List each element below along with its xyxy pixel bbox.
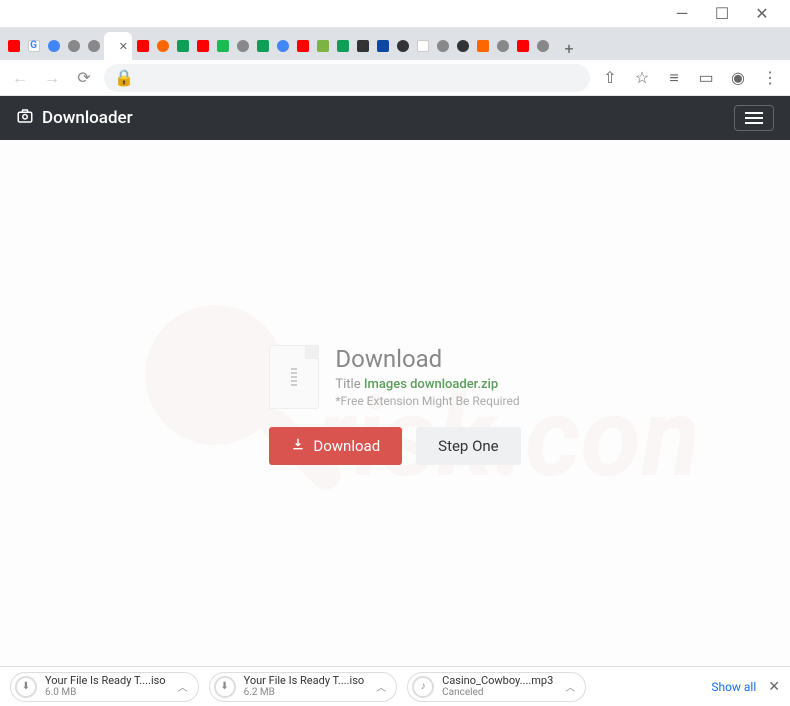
extension-note: *Free Extension Might Be Required — [335, 394, 519, 408]
browser-tab[interactable] — [173, 32, 192, 60]
download-item[interactable]: ⬇ Your File Is Ready T....iso 6.0 MB ︿ — [10, 672, 199, 702]
browser-tab[interactable] — [133, 32, 152, 60]
site-info-icon[interactable]: 🔒 — [114, 68, 134, 87]
reload-button[interactable]: ⟳ — [72, 66, 96, 90]
browser-tab[interactable] — [433, 32, 452, 60]
hamburger-menu-button[interactable] — [734, 105, 774, 131]
step-one-label: Step One — [438, 437, 498, 455]
browser-tab[interactable] — [153, 32, 172, 60]
new-tab-button[interactable]: + — [557, 36, 581, 60]
page-header: Downloader — [0, 96, 790, 140]
browser-tab[interactable] — [293, 32, 312, 60]
download-size: 6.0 MB — [45, 687, 166, 698]
minimize-button[interactable]: — — [662, 4, 702, 24]
brand-title: Downloader — [42, 108, 133, 128]
download-filename: Your File Is Ready T....iso — [45, 675, 166, 687]
browser-tab[interactable] — [64, 32, 83, 60]
extensions-icon[interactable]: ▭ — [694, 66, 718, 90]
camera-icon — [16, 107, 34, 130]
browser-tab[interactable] — [413, 32, 432, 60]
download-heading: Download — [335, 345, 519, 373]
chevron-up-icon[interactable]: ︿ — [565, 679, 575, 694]
profile-avatar-icon[interactable]: ◉ — [726, 66, 750, 90]
browser-menu-icon[interactable]: ⋮ — [758, 66, 782, 90]
browser-tab[interactable] — [193, 32, 212, 60]
browser-tab[interactable] — [373, 32, 392, 60]
back-button[interactable]: ← — [8, 66, 32, 90]
download-item[interactable]: ⬇ Your File Is Ready T....iso 6.2 MB ︿ — [209, 672, 398, 702]
tab-strip: G ✕ + — [0, 28, 790, 60]
browser-tab[interactable] — [313, 32, 332, 60]
browser-tab[interactable] — [353, 32, 372, 60]
file-type-icon: ♪ — [412, 676, 434, 698]
reading-list-icon[interactable]: ≡ — [662, 66, 686, 90]
browser-tab[interactable] — [453, 32, 472, 60]
browser-tab[interactable] — [473, 32, 492, 60]
title-label: Title — [335, 377, 360, 392]
file-type-icon: ⬇ — [15, 676, 37, 698]
close-tab-icon[interactable]: ✕ — [119, 40, 128, 53]
close-window-button[interactable]: ✕ — [742, 4, 782, 24]
browser-tab[interactable] — [233, 32, 252, 60]
browser-tab[interactable] — [4, 32, 23, 60]
browser-tab[interactable] — [533, 32, 552, 60]
download-size: 6.2 MB — [244, 687, 365, 698]
download-filename: Casino_Cowboy....mp3 — [442, 675, 553, 687]
download-status: Canceled — [442, 687, 553, 698]
forward-button[interactable]: → — [40, 66, 64, 90]
url-input[interactable]: 🔒 — [104, 64, 590, 92]
hamburger-icon — [745, 112, 763, 124]
browser-tab[interactable] — [333, 32, 352, 60]
browser-tab[interactable] — [213, 32, 232, 60]
download-button[interactable]: Download — [269, 427, 402, 465]
download-filename: Your File Is Ready T....iso — [244, 675, 365, 687]
download-box: Download Title Images downloader.zip *Fr… — [269, 345, 520, 465]
show-all-downloads-link[interactable]: Show all — [711, 680, 756, 694]
browser-tab-active[interactable]: ✕ — [104, 32, 132, 60]
browser-tab[interactable] — [393, 32, 412, 60]
bookmark-star-icon[interactable]: ☆ — [630, 66, 654, 90]
window-controls: — ☐ ✕ — [0, 0, 790, 28]
download-item[interactable]: ♪ Casino_Cowboy....mp3 Canceled ︿ — [407, 672, 586, 702]
file-type-icon: ⬇ — [214, 676, 236, 698]
share-icon[interactable]: ⇧ — [598, 66, 622, 90]
download-arrow-icon — [291, 437, 305, 455]
download-button-label: Download — [313, 437, 380, 455]
close-downloads-bar-button[interactable]: ✕ — [768, 679, 780, 695]
maximize-button[interactable]: ☐ — [702, 4, 742, 24]
downloads-bar: ⬇ Your File Is Ready T....iso 6.0 MB ︿ ⬇… — [0, 666, 790, 706]
browser-tab[interactable] — [513, 32, 532, 60]
browser-tab[interactable] — [44, 32, 63, 60]
zip-file-icon — [269, 345, 319, 409]
chevron-up-icon[interactable]: ︿ — [376, 679, 386, 694]
browser-tab[interactable]: G — [24, 32, 43, 60]
address-bar: ← → ⟳ 🔒 ⇧ ☆ ≡ ▭ ◉ ⋮ — [0, 60, 790, 96]
main-content: risk.com Download Title Images downloade… — [0, 140, 790, 670]
step-one-button[interactable]: Step One — [416, 427, 520, 465]
chevron-up-icon[interactable]: ︿ — [178, 679, 188, 694]
browser-tab[interactable] — [253, 32, 272, 60]
filename-text: Images downloader.zip — [364, 377, 498, 392]
browser-tab[interactable] — [493, 32, 512, 60]
browser-tab[interactable] — [273, 32, 292, 60]
browser-tab[interactable] — [84, 32, 103, 60]
